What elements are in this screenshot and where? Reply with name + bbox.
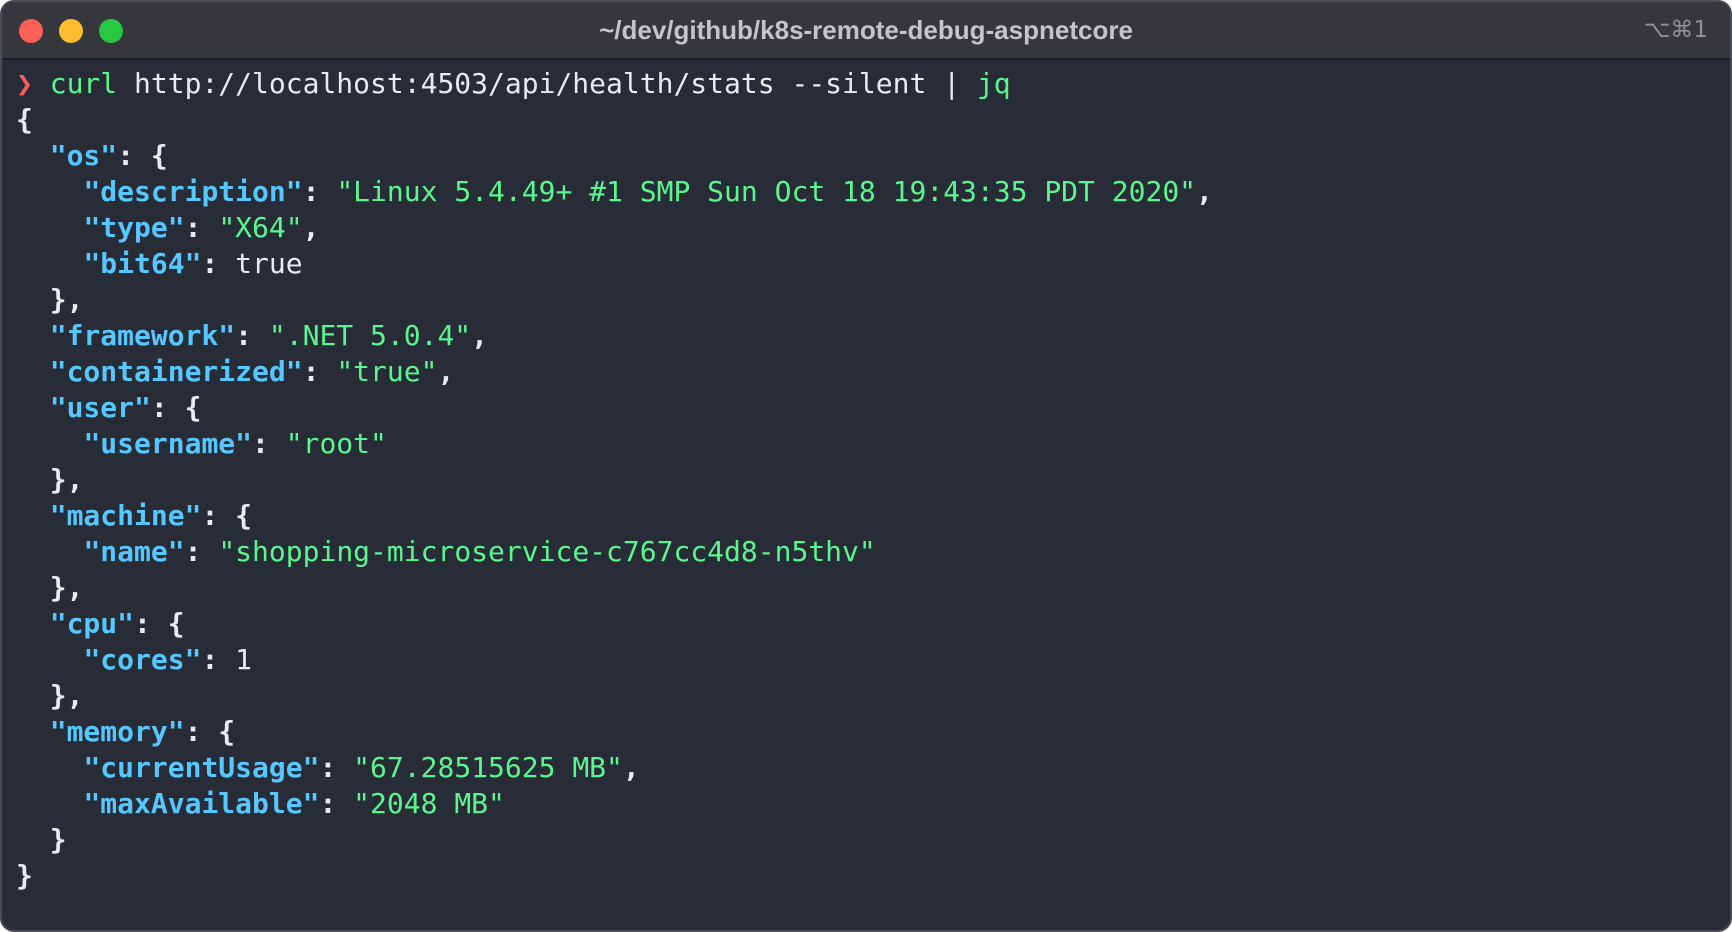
- terminal-window: ~/dev/github/k8s-remote-debug-aspnetcore…: [0, 0, 1732, 932]
- json-key: "description": [83, 175, 303, 208]
- json-key: "username": [83, 427, 253, 460]
- json-line: {: [16, 103, 33, 136]
- json-line: "os": {: [49, 139, 168, 172]
- json-string-value: "2048 MB": [353, 787, 505, 820]
- command-flag: --silent: [791, 67, 927, 100]
- json-line: "bit64": true: [83, 247, 303, 280]
- json-line: "currentUsage": "67.28515625 MB",: [83, 751, 640, 784]
- json-key: "type": [83, 211, 185, 244]
- json-key: "cores": [83, 643, 202, 676]
- json-key: "memory": [49, 715, 185, 748]
- json-line: "name": "shopping-microservice-c767cc4d8…: [83, 535, 876, 568]
- json-string-value: "67.28515625 MB": [353, 751, 623, 784]
- json-line: "type": "X64",: [83, 211, 320, 244]
- json-string-value: "X64": [218, 211, 303, 244]
- json-line: "memory": {: [49, 715, 236, 748]
- json-key: "name": [83, 535, 185, 568]
- json-line: },: [49, 283, 84, 316]
- json-string-value: "shopping-microservice-c767cc4d8-n5thv": [218, 535, 876, 568]
- json-line: },: [49, 571, 84, 604]
- json-line: "maxAvailable": "2048 MB": [83, 787, 505, 820]
- json-key: "user": [49, 391, 151, 424]
- json-key: "os": [49, 139, 118, 172]
- title-bar[interactable]: ~/dev/github/k8s-remote-debug-aspnetcore…: [2, 2, 1730, 60]
- window-title: ~/dev/github/k8s-remote-debug-aspnetcore: [599, 15, 1133, 45]
- json-line: "user": {: [49, 391, 202, 424]
- json-key: "cpu": [49, 607, 135, 640]
- json-line: "framework": ".NET 5.0.4",: [49, 319, 489, 352]
- json-line: "cpu": {: [49, 607, 185, 640]
- json-line: }: [49, 823, 67, 856]
- command-url: http://localhost:4503/api/health/stats: [134, 67, 775, 100]
- json-line: },: [49, 463, 84, 496]
- json-key: "containerized": [49, 355, 303, 388]
- command-filter: jq: [976, 67, 1011, 100]
- json-line: "machine": {: [49, 499, 253, 532]
- json-key: "machine": [49, 499, 202, 532]
- json-string-value: "Linux 5.4.49+ #1 SMP Sun Oct 18 19:43:3…: [336, 175, 1197, 208]
- json-key: "maxAvailable": [83, 787, 320, 820]
- json-string-value: "root": [285, 427, 387, 460]
- json-key: "currentUsage": [83, 751, 320, 784]
- json-line: "cores": 1: [83, 643, 253, 676]
- command-pipe: |: [943, 67, 961, 100]
- json-string-value: "true": [336, 355, 438, 388]
- json-line: "username": "root": [83, 427, 387, 460]
- terminal-output[interactable]: ❯ curl http://localhost:4503/api/health/…: [16, 66, 1710, 894]
- command-line: ❯ curl http://localhost:4503/api/health/…: [16, 66, 1710, 102]
- json-line: }: [16, 859, 33, 892]
- json-line: },: [49, 679, 84, 712]
- json-boolean-value: true: [235, 247, 303, 280]
- tab-shortcut-label: ⌥⌘1: [1643, 17, 1708, 43]
- json-key: "bit64": [83, 247, 202, 280]
- prompt-chevron-icon: ❯: [16, 67, 33, 100]
- json-line: "description": "Linux 5.4.49+ #1 SMP Sun…: [83, 175, 1213, 208]
- json-string-value: ".NET 5.0.4": [268, 319, 472, 352]
- json-key: "framework": [49, 319, 236, 352]
- json-number-value: 1: [235, 643, 253, 676]
- command-name: curl: [49, 67, 118, 100]
- json-line: "containerized": "true",: [49, 355, 455, 388]
